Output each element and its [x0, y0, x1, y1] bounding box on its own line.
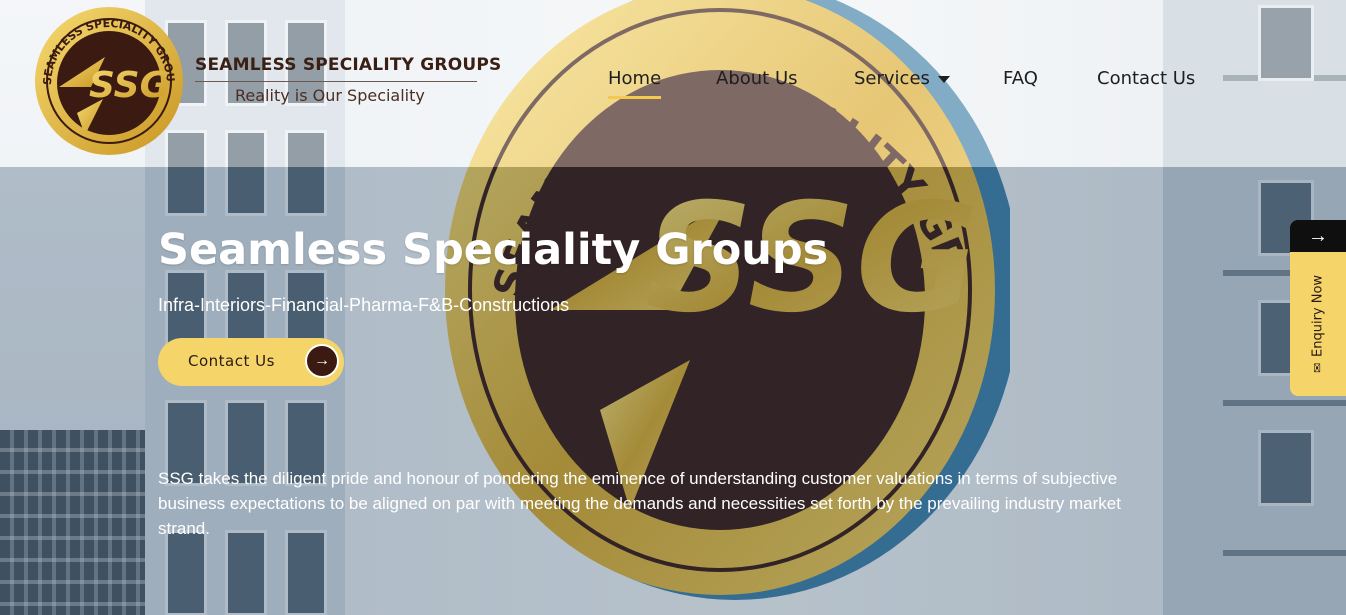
nav-about-us-label: About Us [716, 68, 798, 89]
mail-icon: ✉ [1310, 362, 1325, 374]
hero-description: SSG takes the diligent pride and honour … [158, 469, 1121, 538]
arrow-right-icon[interactable]: → [1290, 220, 1346, 252]
brand-divider [195, 81, 477, 82]
nav-home-label: Home [608, 68, 662, 89]
enquiry-now-tab[interactable]: → ✉ Enquiry Now [1290, 220, 1346, 396]
page: SEAMLESS SPECIALITY GROUPS SSG SEAMLESS … [0, 0, 1346, 615]
brand-name: SEAMLESS SPECIALITY GROUPS [195, 55, 502, 75]
enquiry-now-label-wrap: ✉ Enquiry Now [1311, 275, 1326, 373]
hero-title: Seamless Speciality Groups [158, 225, 829, 275]
nav-faq[interactable]: FAQ [1003, 68, 1038, 89]
ssg-logo[interactable]: SEAMLESS SPECIALITY GROUPS SSG [33, 5, 185, 157]
nav-contact-us[interactable]: Contact Us [1097, 68, 1195, 89]
nav-services[interactable]: Services [854, 68, 950, 89]
arrow-right-icon: → [305, 344, 339, 378]
nav-home[interactable]: Home [608, 68, 662, 99]
nav-faq-label: FAQ [1003, 68, 1038, 89]
brand-tagline: Reality is Our Speciality [235, 86, 425, 105]
nav-contact-us-label: Contact Us [1097, 68, 1196, 89]
nav-services-label: Services [854, 68, 930, 89]
hero-subtitle: Infra-Interiors-Financial-Pharma-F&B-Con… [158, 295, 570, 315]
contact-us-button-label: Contact Us [188, 352, 275, 370]
enquiry-now-label: Enquiry Now [1310, 274, 1326, 357]
nav-about-us[interactable]: About Us [716, 68, 798, 89]
svg-text:SSG: SSG [89, 65, 169, 106]
contact-us-button[interactable]: Contact Us → [158, 338, 344, 386]
chevron-down-icon [937, 75, 950, 83]
enquiry-now-body[interactable]: ✉ Enquiry Now [1290, 252, 1346, 396]
